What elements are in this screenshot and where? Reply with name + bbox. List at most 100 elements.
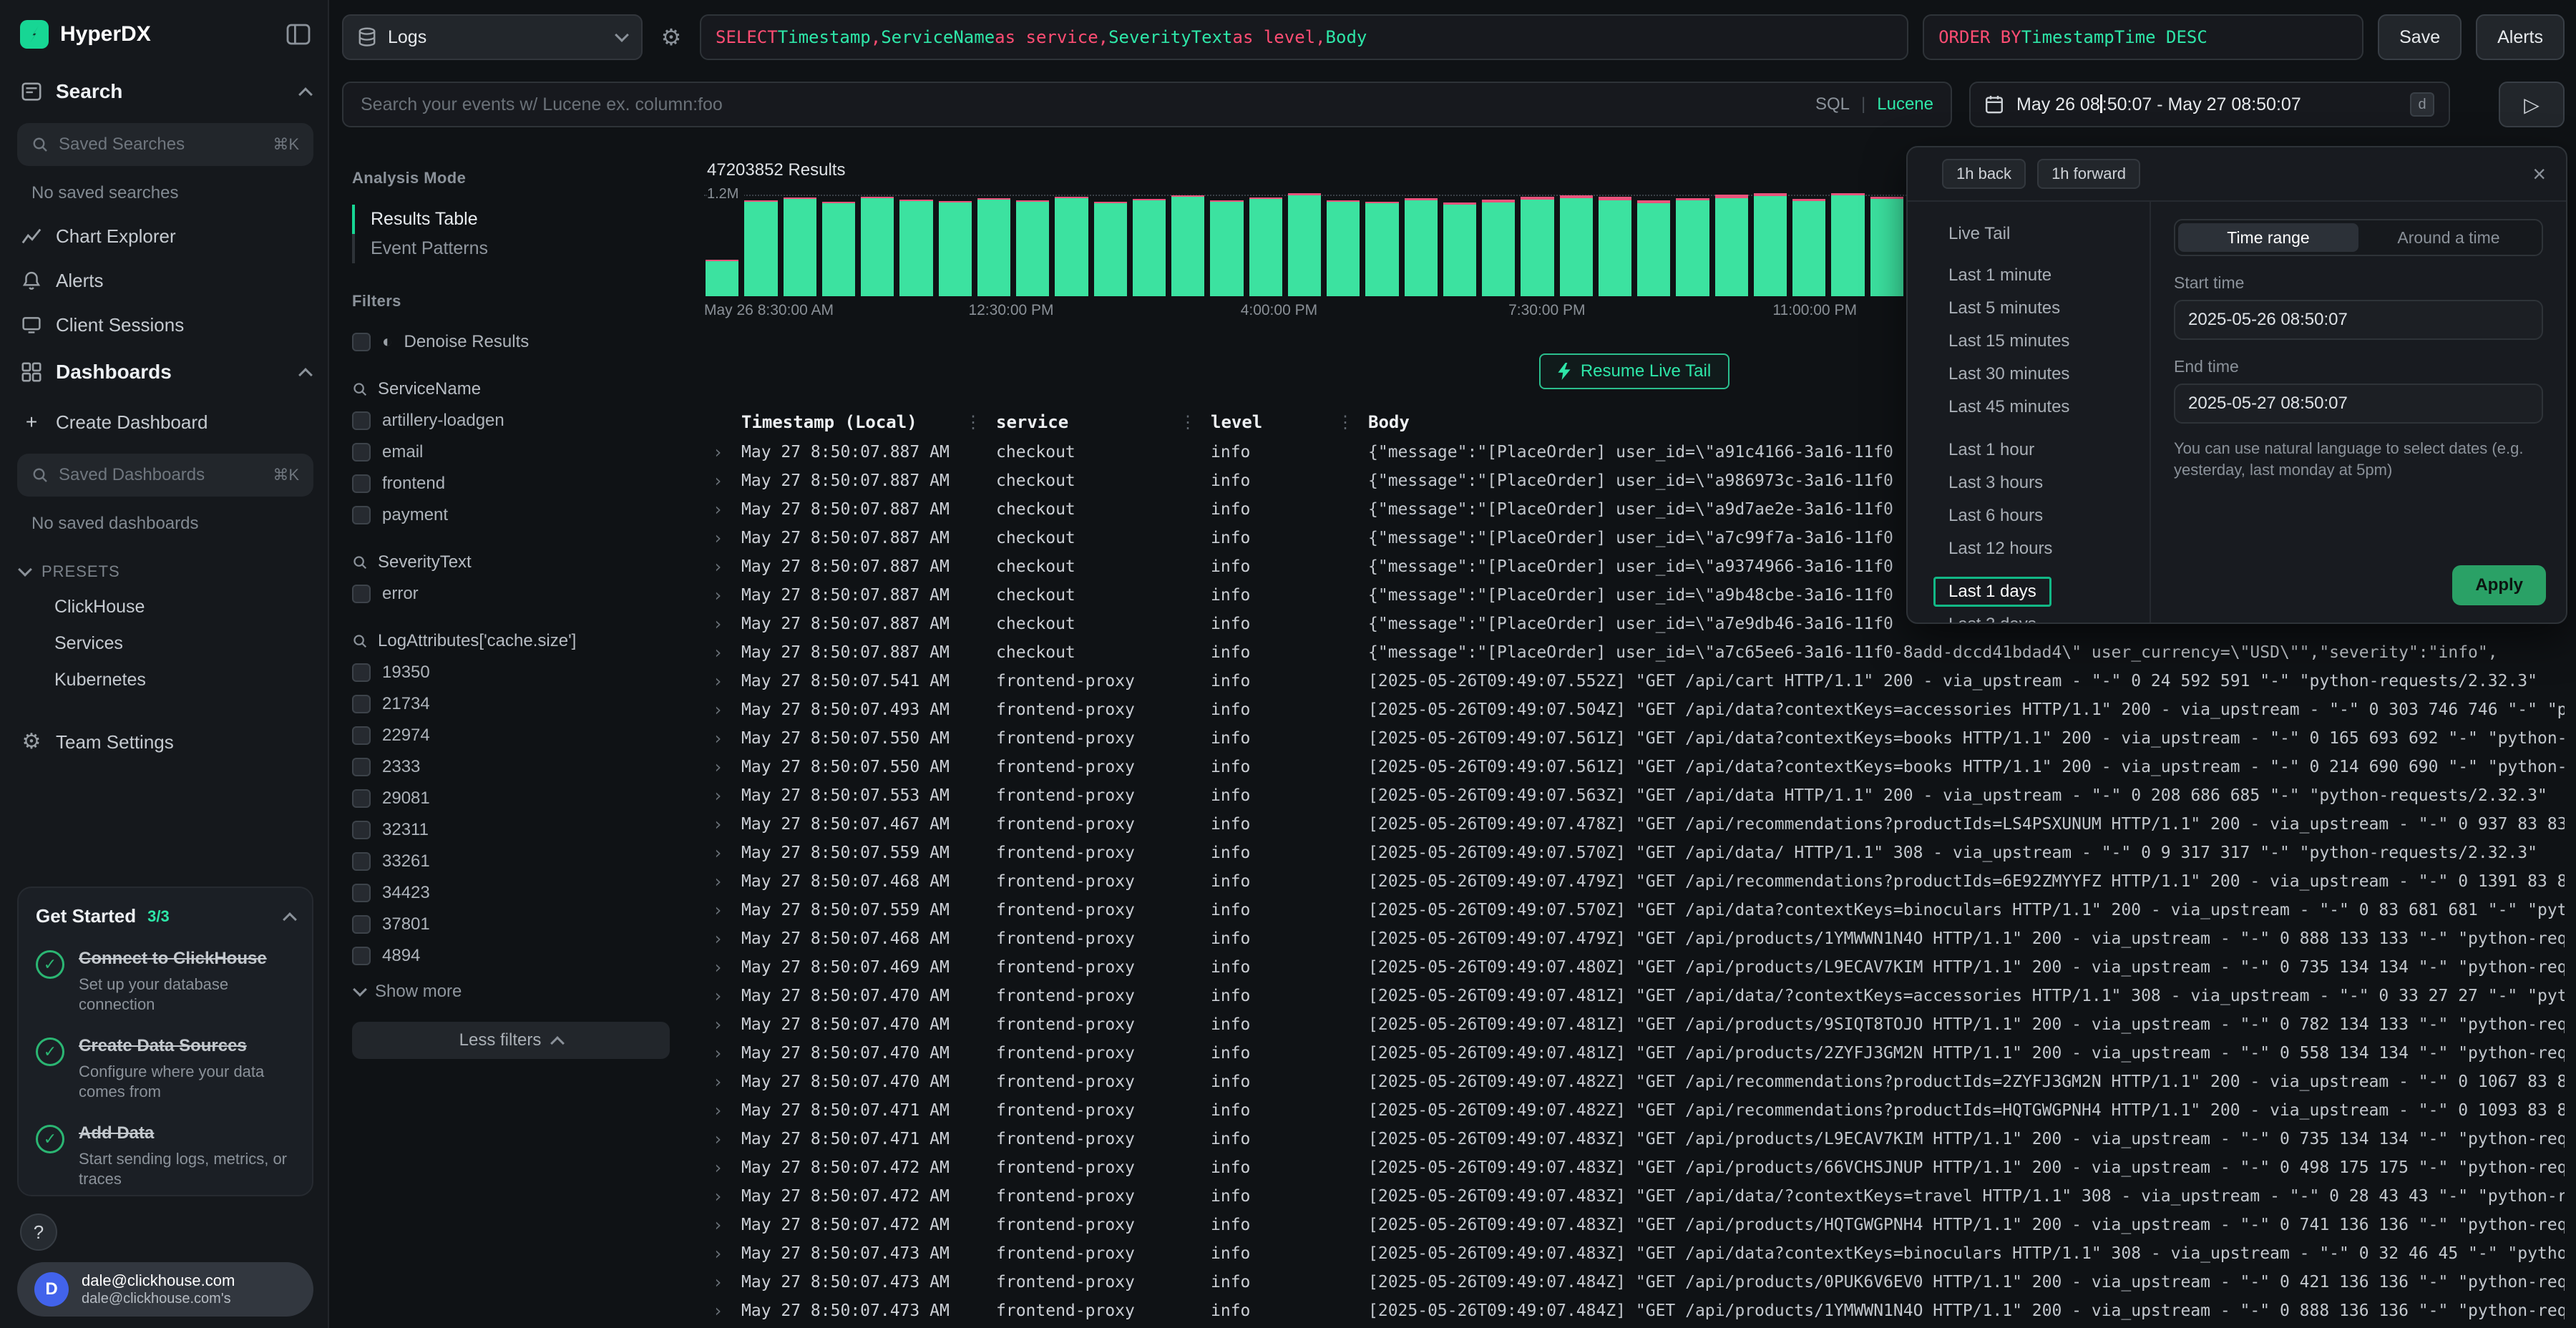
facet-value-checkbox[interactable]: payment [352,501,670,529]
sql-toggle[interactable]: SQL [1815,94,1850,114]
facet-value-checkbox[interactable]: error [352,580,670,608]
get-started-step[interactable]: ✓ Create Data Sources Configure where yo… [36,1036,295,1102]
histogram-bar[interactable] [1637,200,1670,296]
relative-time-option[interactable]: Last 3 hours [1933,468,2058,498]
expand-row-icon[interactable]: › [704,528,741,548]
histogram-bar[interactable] [822,202,855,296]
checkbox[interactable] [352,947,371,965]
sidebar-item-alerts[interactable]: Alerts [17,269,313,292]
histogram-bar[interactable] [1676,198,1709,296]
expand-row-icon[interactable]: › [704,957,741,977]
source-select[interactable]: Logs [342,14,643,60]
relative-time-option[interactable]: Last 1 minute [1933,260,2067,290]
log-row[interactable]: ›May 27 8:50:07.473 AMfrontend-proxyinfo… [704,1297,2565,1325]
histogram-bar[interactable] [784,197,816,296]
log-row[interactable]: ›May 27 8:50:07.472 AMfrontend-proxyinfo… [704,1182,2565,1211]
tab-around-a-time[interactable]: Around a time [2358,223,2539,252]
relative-time-option[interactable]: Last 1 days [1933,577,2051,607]
expand-row-icon[interactable]: › [704,614,741,634]
histogram-bar[interactable] [1792,199,1825,296]
sql-select-input[interactable]: SELECT Timestamp, ServiceName as service… [700,14,1908,60]
saved-searches-input[interactable]: Saved Searches ⌘K [17,123,313,166]
relative-time-option[interactable]: Last 15 minutes [1933,326,2084,356]
checkbox[interactable] [352,789,371,808]
checkbox[interactable] [352,585,371,603]
relative-time-option[interactable]: Last 5 minutes [1933,293,2075,323]
preset-kubernetes[interactable]: Kubernetes [54,670,313,690]
checkbox[interactable] [352,758,371,776]
column-resize-handle[interactable]: ⋮ [1179,412,1211,432]
histogram-bar[interactable] [1405,198,1438,296]
expand-row-icon[interactable]: › [704,986,741,1006]
histogram-bar[interactable] [1133,199,1166,296]
facet-value-checkbox[interactable]: 2333 [352,753,670,781]
expand-row-icon[interactable]: › [704,872,741,892]
expand-row-icon[interactable]: › [704,728,741,748]
log-row[interactable]: ›May 27 8:50:07.474 AMfrontend-proxyinfo… [704,1325,2565,1328]
log-row[interactable]: ›May 27 8:50:07.473 AMfrontend-proxyinfo… [704,1239,2565,1268]
histogram-bar[interactable] [1560,195,1593,296]
mode-event-patterns[interactable]: Event Patterns [352,234,670,263]
expand-row-icon[interactable]: › [704,471,741,491]
relative-time-option[interactable]: Last 1 hour [1933,435,2049,465]
facet-value-checkbox[interactable]: 21734 [352,690,670,718]
facet-value-checkbox[interactable]: email [352,438,670,467]
source-settings-button[interactable]: ⚙ [657,24,686,51]
histogram-bar[interactable] [1288,193,1321,296]
histogram-bar[interactable] [899,200,932,296]
get-started-header[interactable]: Get Started 3/3 [36,905,295,927]
checkbox[interactable] [352,333,371,351]
checkbox[interactable] [352,663,371,682]
histogram-bar[interactable] [1171,195,1204,296]
log-row[interactable]: ›May 27 8:50:07.559 AMfrontend-proxyinfo… [704,896,2565,924]
facet-value-checkbox[interactable]: 34423 [352,879,670,907]
expand-row-icon[interactable]: › [704,1186,741,1206]
relative-time-option[interactable]: Last 2 days [1933,610,2051,622]
facet-value-checkbox[interactable]: artillery-loadgen [352,406,670,435]
log-row[interactable]: ›May 27 8:50:07.469 AMfrontend-proxyinfo… [704,953,2565,982]
order-by-input[interactable]: ORDER BY TimestampTime DESC [1923,14,2363,60]
log-row[interactable]: ›May 27 8:50:07.559 AMfrontend-proxyinfo… [704,839,2565,867]
facet-value-checkbox[interactable]: 32311 [352,816,670,844]
preset-services[interactable]: Services [54,633,313,654]
expand-row-icon[interactable]: › [704,671,741,691]
relative-time-option[interactable]: Last 45 minutes [1933,392,2084,422]
log-row[interactable]: ›May 27 8:50:07.472 AMfrontend-proxyinfo… [704,1153,2565,1182]
sidebar-item-dashboards[interactable]: Dashboards [17,361,313,384]
log-row[interactable]: ›May 27 8:50:07.467 AMfrontend-proxyinfo… [704,810,2565,839]
relative-time-option[interactable]: Last 12 hours [1933,534,2067,564]
checkbox[interactable] [352,443,371,462]
log-row[interactable]: ›May 27 8:50:07.550 AMfrontend-proxyinfo… [704,724,2565,753]
shift-back-button[interactable]: 1h back [1942,159,2026,189]
expand-row-icon[interactable]: › [704,1100,741,1120]
relative-time-option[interactable]: Last 6 hours [1933,501,2058,531]
relative-time-option[interactable]: Last 30 minutes [1933,359,2084,389]
alerts-button[interactable]: Alerts [2476,14,2565,60]
histogram-bar[interactable] [706,260,738,296]
histogram-bar[interactable] [861,197,894,296]
get-started-step[interactable]: ✓ Add Data Start sending logs, metrics, … [36,1123,295,1189]
expand-row-icon[interactable]: › [704,1043,741,1063]
expand-row-icon[interactable]: › [704,585,741,605]
histogram-bar[interactable] [977,198,1010,296]
live-tail-option[interactable]: Live Tail [1933,219,2025,249]
facet-value-checkbox[interactable]: 33261 [352,847,670,876]
log-row[interactable]: ›May 27 8:50:07.470 AMfrontend-proxyinfo… [704,982,2565,1010]
sidebar-item-team-settings[interactable]: ⚙ Team Settings [17,731,313,753]
expand-row-icon[interactable]: › [704,643,741,663]
column-resize-handle[interactable]: ⋮ [965,412,996,432]
expand-row-icon[interactable]: › [704,1272,741,1292]
tab-time-range[interactable]: Time range [2178,223,2358,252]
facet-value-checkbox[interactable]: 29081 [352,784,670,813]
log-row[interactable]: ›May 27 8:50:07.472 AMfrontend-proxyinfo… [704,1211,2565,1239]
less-filters-button[interactable]: Less filters [352,1022,670,1059]
mode-results-table[interactable]: Results Table [352,205,670,234]
log-row[interactable]: ›May 27 8:50:07.471 AMfrontend-proxyinfo… [704,1096,2565,1125]
checkbox[interactable] [352,821,371,839]
facet-value-checkbox[interactable]: frontend [352,469,670,498]
log-row[interactable]: ›May 27 8:50:07.471 AMfrontend-proxyinfo… [704,1125,2565,1153]
expand-row-icon[interactable]: › [704,1158,741,1178]
histogram-bar[interactable] [1016,200,1049,296]
expand-row-icon[interactable]: › [704,814,741,834]
sidebar-item-client-sessions[interactable]: Client Sessions [17,313,313,336]
